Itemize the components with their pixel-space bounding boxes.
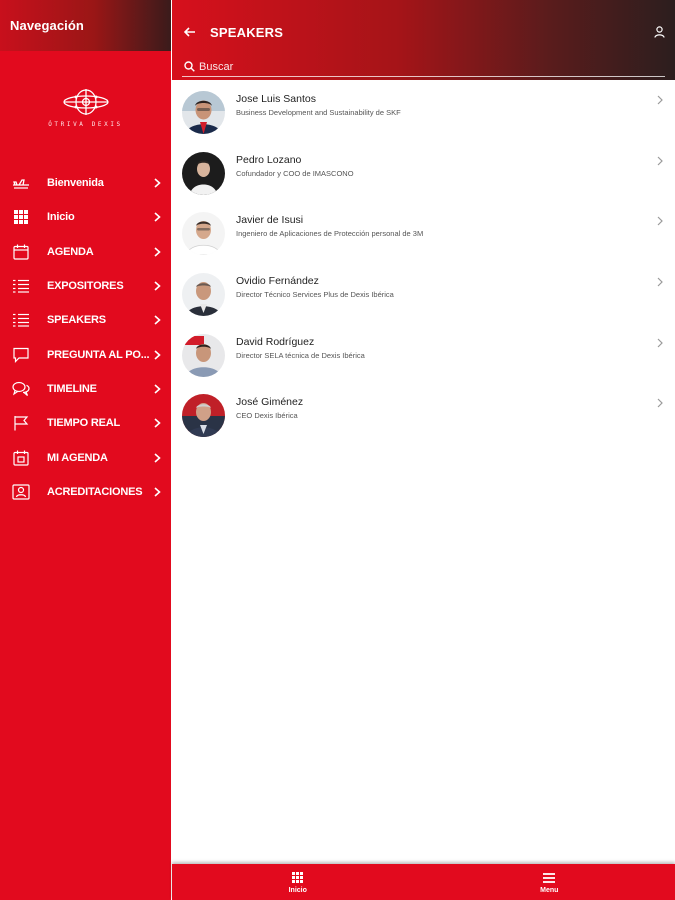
logo-emblem-icon (62, 88, 109, 115)
user-icon[interactable] (645, 18, 673, 46)
chevron-right-icon (655, 94, 665, 106)
calendar-check-icon (11, 449, 31, 467)
back-arrow-icon[interactable] (176, 18, 204, 46)
list-item[interactable]: Jose Luis Santos Business Development an… (172, 82, 675, 143)
sidebar-item-label: TIEMPO REAL (47, 417, 120, 430)
chevron-right-icon (655, 337, 665, 349)
speaker-role: Ingeniero de Aplicaciones de Protección … (236, 229, 424, 239)
sidebar-item-expositores[interactable]: EXPOSITORES (0, 269, 171, 303)
speaker-role: Director Técnico Services Plus de Dexis … (236, 289, 394, 299)
sidebar-item-label: MI AGENDA (47, 451, 108, 464)
main-content: SPEAKERS Jose Luis Santos Business Devel… (172, 0, 675, 900)
chevron-right-icon (151, 247, 163, 257)
chevron-right-icon (655, 155, 665, 167)
chevron-right-icon (151, 350, 163, 360)
sidebar-item-label: TIMELINE (47, 382, 97, 395)
speaker-name: Jose Luis Santos (236, 92, 316, 105)
sidebar-item-label: SPEAKERS (47, 314, 106, 327)
list-item[interactable]: José Giménez CEO Dexis Ibérica (172, 385, 675, 446)
sidebar-item-label: EXPOSITORES (47, 280, 124, 293)
chevron-right-icon (151, 178, 163, 188)
plane-icon (11, 174, 31, 192)
bottom-tab-bar: Inicio Menu (172, 864, 675, 900)
id-badge-icon (11, 483, 31, 501)
chat-bubbles-icon (11, 380, 31, 398)
sidebar-item-timeline[interactable]: TIMELINE (0, 372, 171, 406)
speaker-role: Cofundador y COO de IMASCONO (236, 168, 354, 178)
sidebar-item-mi-agenda[interactable]: MI AGENDA (0, 440, 171, 474)
chevron-right-icon (655, 397, 665, 409)
brand-logo: ÓTRIVA DEXIS (0, 51, 171, 163)
chevron-right-icon (151, 418, 163, 428)
grid-icon (11, 208, 31, 226)
tab-menu[interactable]: Menu (424, 864, 675, 900)
speaker-role: CEO Dexis Ibérica (236, 411, 298, 421)
sidebar-item-acreditaciones[interactable]: ACREDITACIONES (0, 475, 171, 509)
sidebar-item-agenda[interactable]: AGENDA (0, 235, 171, 269)
list-icon (11, 311, 31, 329)
avatar (182, 394, 225, 438)
chat-bubble-icon (11, 346, 31, 364)
avatar (182, 212, 225, 256)
nav-menu: Bienvenida Inicio AGENDA EXPOSITORES SPE… (0, 163, 171, 509)
chevron-right-icon (151, 212, 163, 223)
list-item[interactable]: Javier de Isusi Ingeniero de Aplicacione… (172, 203, 675, 264)
sidebar-item-label: ACREDITACIONES (47, 485, 143, 498)
speaker-name: Ovidio Fernández (236, 274, 319, 287)
sidebar-item-pregunta[interactable]: PREGUNTA AL PO... (0, 337, 171, 371)
sidebar-item-label: Bienvenida (47, 177, 104, 190)
sidebar-item-inicio[interactable]: Inicio (0, 200, 171, 234)
list-item[interactable]: David Rodríguez Director SELA técnica de… (172, 325, 675, 386)
navigation-sidebar: Navegación ÓTRIVA DEXIS Bienvenida Inici… (0, 0, 171, 900)
chevron-right-icon (655, 276, 665, 288)
sidebar-item-label: Inicio (47, 211, 75, 224)
sidebar-item-label: AGENDA (47, 245, 94, 258)
chevron-right-icon (151, 384, 163, 394)
page-title: SPEAKERS (210, 24, 284, 40)
speaker-name: Javier de Isusi (236, 214, 304, 227)
sidebar-title: Navegación (0, 0, 171, 51)
avatar (182, 333, 225, 377)
list-icon (11, 277, 31, 295)
speakers-list: Jose Luis Santos Business Development an… (172, 82, 675, 446)
logo-text: ÓTRIVA DEXIS (48, 120, 123, 128)
top-app-bar: SPEAKERS (172, 0, 675, 80)
avatar (182, 151, 225, 195)
tab-label: Inicio (288, 886, 307, 894)
calendar-icon (11, 243, 31, 261)
search-bar (182, 57, 665, 77)
tab-inicio[interactable]: Inicio (172, 864, 424, 900)
sidebar-item-speakers[interactable]: SPEAKERS (0, 303, 171, 337)
speaker-role: Director SELA técnica de Dexis Ibérica (236, 350, 365, 360)
tab-label: Menu (540, 886, 559, 894)
chevron-right-icon (151, 315, 163, 325)
sidebar-item-bienvenida[interactable]: Bienvenida (0, 166, 171, 200)
chevron-right-icon (151, 281, 163, 291)
sidebar-item-label: PREGUNTA AL PO... (47, 348, 150, 361)
speaker-name: José Giménez (236, 396, 304, 409)
chevron-right-icon (655, 215, 665, 227)
grid-icon (292, 871, 304, 885)
chevron-right-icon (151, 452, 163, 463)
hamburger-icon (543, 871, 556, 885)
sidebar-item-tiempo-real[interactable]: TIEMPO REAL (0, 406, 171, 440)
speaker-name: David Rodríguez (236, 335, 315, 348)
chevron-right-icon (151, 487, 163, 497)
speaker-name: Pedro Lozano (236, 153, 302, 166)
search-input[interactable] (199, 60, 665, 73)
list-item[interactable]: Ovidio Fernández Director Técnico Servic… (172, 264, 675, 325)
flag-icon (11, 414, 31, 432)
list-item[interactable]: Pedro Lozano Cofundador y COO de IMASCON… (172, 143, 675, 204)
avatar (182, 90, 225, 134)
search-icon (182, 60, 196, 74)
speaker-role: Business Development and Sustainability … (236, 107, 401, 117)
avatar (182, 272, 225, 316)
